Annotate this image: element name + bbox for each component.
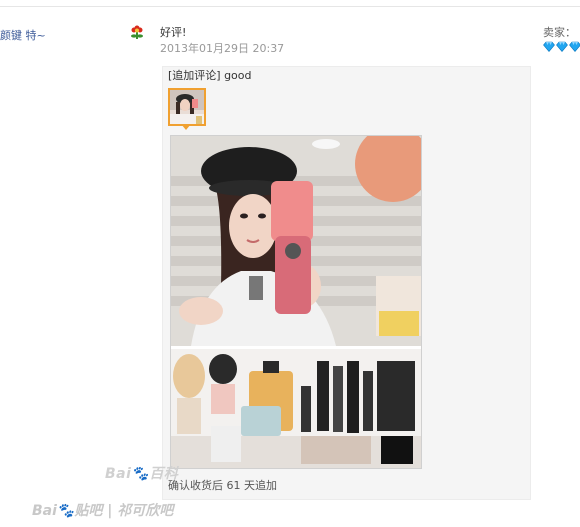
review-photo-thumbnail[interactable]: [168, 88, 206, 126]
thumbnail-image: [170, 90, 204, 124]
thumbnail-selected-indicator: [181, 124, 191, 130]
seller-level-badge: [543, 41, 580, 52]
review-photo[interactable]: [170, 135, 422, 469]
watermark-center-text: Bai🐾百科: [105, 466, 179, 482]
blue-diamond-icon: [556, 41, 568, 52]
rating-label: 好评!: [160, 26, 187, 39]
review-photo-image: [171, 136, 421, 468]
top-divider: [0, 6, 580, 7]
review-timestamp: 2013年01月29日 20:37: [160, 42, 285, 55]
watermark-bottom-text: Bai🐾贴吧 | 祁可欣吧: [32, 503, 174, 519]
red-flower-icon: [131, 25, 143, 39]
seller-label: 卖家：: [543, 26, 576, 39]
buyer-name-link[interactable]: 颜键 特~: [0, 27, 46, 43]
followup-comment: [追加评论] good: [168, 69, 252, 82]
followup-time-note: 确认收货后 61 天追加: [168, 479, 277, 492]
baike-watermark: Bai🐾百科: [105, 463, 178, 483]
blue-diamond-icon: [569, 41, 580, 52]
blue-diamond-icon: [543, 41, 555, 52]
